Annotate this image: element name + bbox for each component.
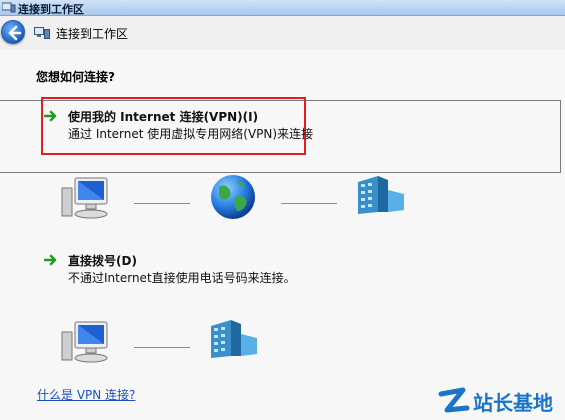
- green-arrow-icon: [44, 254, 57, 266]
- option-dial-up-description: 不通过Internet直接使用电话号码来连接。: [68, 271, 296, 285]
- back-arrow-icon: [8, 25, 22, 41]
- globe-icon: [211, 175, 255, 219]
- back-button[interactable]: [1, 20, 25, 44]
- connector-line: [134, 347, 190, 348]
- connector-line: [134, 203, 190, 204]
- computer-icon: [61, 321, 108, 363]
- site-watermark-logo: 站长基地: [438, 387, 553, 415]
- window-titlebar: 连接到工作区: [0, 0, 565, 16]
- connector-line: [281, 203, 337, 204]
- computer-icon: [61, 177, 108, 219]
- corporate-network-icon: [358, 176, 404, 214]
- option-vpn-title: 使用我的 Internet 连接(VPN)(I): [68, 110, 259, 124]
- green-arrow-icon: [44, 110, 57, 122]
- option-dial-up[interactable]: 直接拨号(D) 不通过Internet直接使用电话号码来连接。: [40, 252, 460, 292]
- network-icon: [34, 27, 50, 39]
- vpn-help-link[interactable]: 什么是 VPN 连接?: [37, 386, 135, 403]
- wizard-header: 连接到工作区: [0, 16, 565, 50]
- connection-question: 您想如何连接?: [36, 70, 115, 84]
- window-title: 连接到工作区: [18, 3, 84, 16]
- network-icon: [2, 2, 16, 13]
- wizard-title: 连接到工作区: [56, 27, 129, 41]
- corporate-network-icon: [211, 320, 257, 358]
- option-vpn[interactable]: 使用我的 Internet 连接(VPN)(I) 通过 Internet 使用虚…: [40, 108, 460, 148]
- option-vpn-description: 通过 Internet 使用虚拟专用网络(VPN)来连接: [68, 127, 314, 141]
- watermark-text: 站长基地: [473, 391, 553, 415]
- option-dial-up-title: 直接拨号(D): [68, 254, 137, 268]
